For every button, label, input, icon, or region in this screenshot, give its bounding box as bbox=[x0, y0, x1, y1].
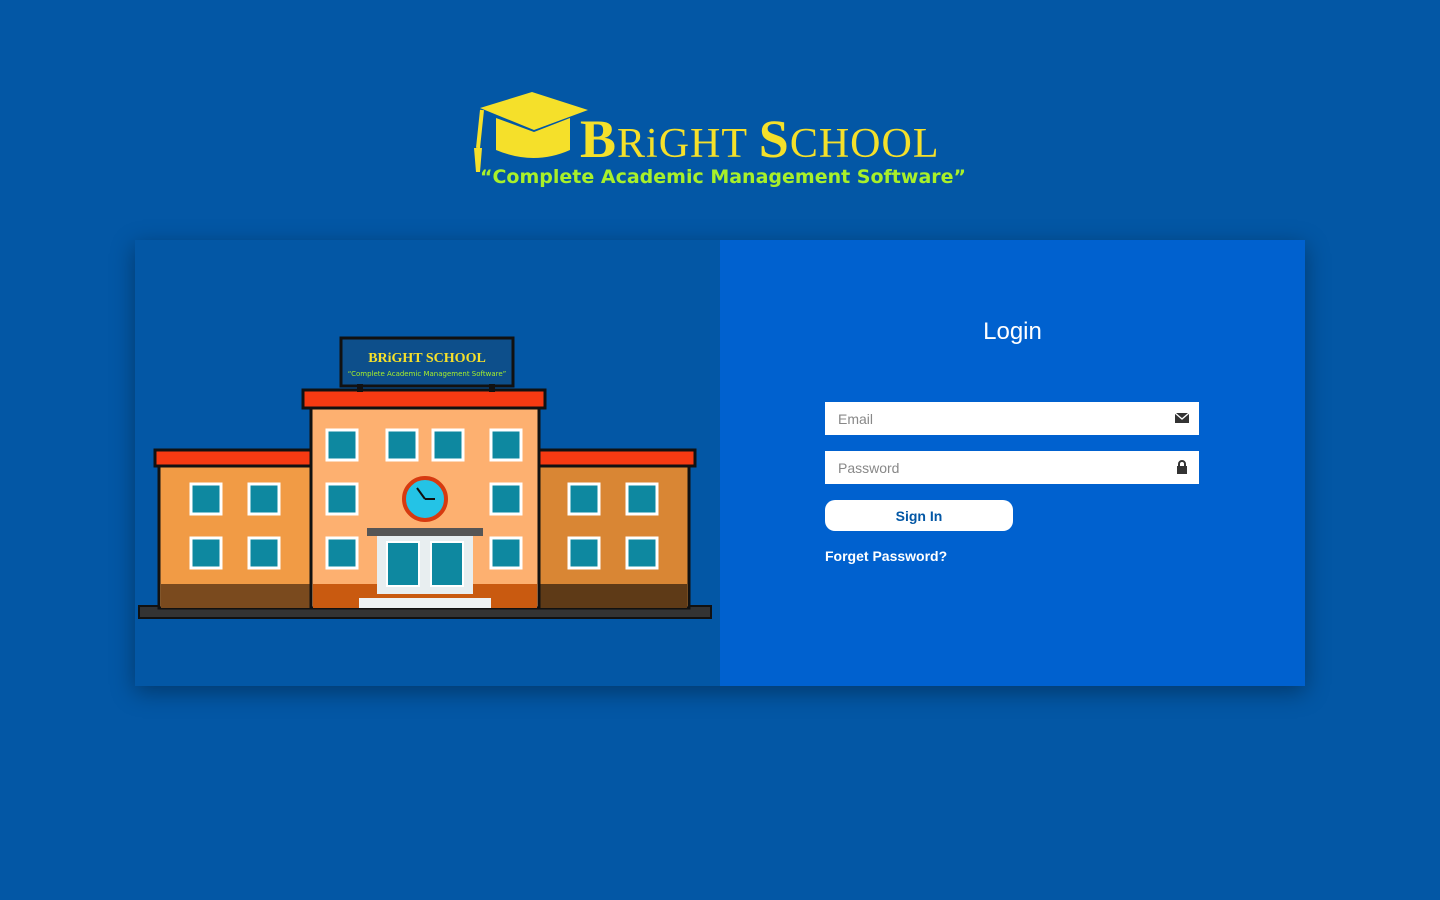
sign-in-button[interactable]: Sign In bbox=[825, 500, 1013, 531]
svg-text:BRiGHT SCHOOL: BRiGHT SCHOOL bbox=[368, 351, 486, 366]
login-panel: Login Sign In Forget Password? bbox=[720, 240, 1305, 686]
svg-text:“Complete Academic Management: “Complete Academic Management Software” bbox=[348, 370, 507, 378]
lock-icon bbox=[1177, 460, 1187, 474]
password-field bbox=[825, 451, 1199, 484]
login-card: BRiGHT SCHOOL “Complete Academic Managem… bbox=[135, 240, 1305, 686]
envelope-icon bbox=[1175, 412, 1189, 423]
graduation-cap-icon bbox=[474, 92, 588, 172]
password-input[interactable] bbox=[825, 451, 1168, 484]
school-illustration-panel: BRiGHT SCHOOL “Complete Academic Managem… bbox=[135, 240, 720, 686]
login-title: Login bbox=[983, 318, 1042, 345]
brand-tagline: “Complete Academic Management Software” bbox=[480, 166, 967, 188]
brand-logo: BRiGHT SCHOOL “Complete Academic Managem… bbox=[470, 88, 970, 198]
forgot-password-link[interactable]: Forget Password? bbox=[825, 548, 947, 564]
email-field bbox=[825, 402, 1199, 435]
email-input[interactable] bbox=[825, 402, 1168, 435]
school-building-illustration: BRiGHT SCHOOL “Complete Academic Managem… bbox=[138, 336, 712, 619]
brand-title: BRiGHT SCHOOL bbox=[580, 109, 940, 169]
